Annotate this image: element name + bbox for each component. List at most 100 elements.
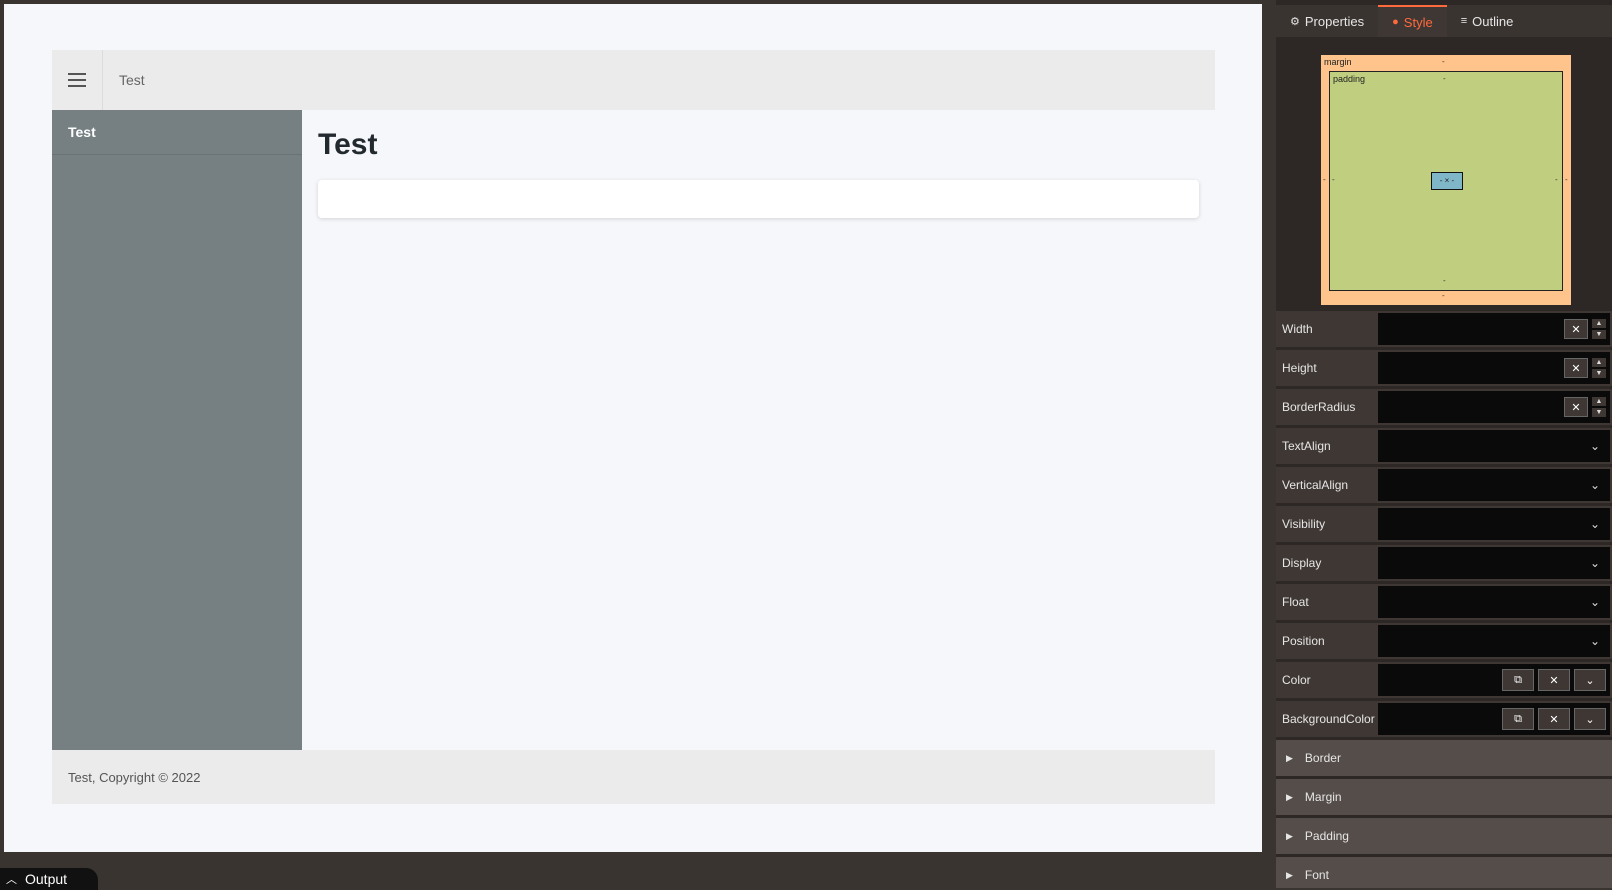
app-header: Test — [52, 50, 1215, 110]
chevron-down-icon[interactable]: ⌄ — [1574, 669, 1606, 691]
width-input[interactable]: ✕ ▲ ▼ — [1378, 313, 1610, 345]
section-font[interactable]: ▶ Font — [1276, 857, 1612, 888]
border-radius-input[interactable]: ✕ ▲ ▼ — [1378, 391, 1610, 423]
chevron-down-icon[interactable]: ⌄ — [1574, 708, 1606, 730]
box-model-padding[interactable]: padding - - - - - × - — [1329, 71, 1563, 291]
section-label: Border — [1304, 751, 1341, 765]
section-margin[interactable]: ▶ Margin — [1276, 779, 1612, 815]
text-align-select[interactable]: ⌄ — [1378, 430, 1610, 462]
prop-label: Color — [1282, 673, 1311, 687]
clear-icon[interactable]: ✕ — [1538, 708, 1570, 730]
prop-label: Width — [1282, 322, 1313, 336]
prop-row-color: Color ⧉ ✕ ⌄ — [1276, 662, 1612, 698]
position-select[interactable]: ⌄ — [1378, 625, 1610, 657]
chevron-down-icon: ⌄ — [1589, 595, 1600, 609]
tab-outline[interactable]: ≡ Outline — [1447, 5, 1528, 37]
preview-canvas[interactable]: Test Test Test Test, Copyright © 2022 — [4, 4, 1262, 852]
section-label: Padding — [1304, 829, 1349, 843]
prop-row-position: Position ⌄ — [1276, 623, 1612, 659]
stepper[interactable]: ▲ ▼ — [1592, 357, 1606, 379]
app-main: Test — [302, 110, 1215, 750]
chevron-down-icon: ⌄ — [1589, 634, 1600, 648]
padding-right-value[interactable]: - — [1555, 175, 1558, 184]
prop-label: BorderRadius — [1282, 400, 1356, 414]
prop-label: Visibility — [1282, 517, 1326, 531]
section-padding[interactable]: ▶ Padding — [1276, 818, 1612, 854]
display-select[interactable]: ⌄ — [1378, 547, 1610, 579]
stepper[interactable]: ▲ ▼ — [1592, 396, 1606, 418]
gear-icon: ⚙ — [1290, 15, 1300, 28]
margin-right-value[interactable]: - — [1565, 175, 1568, 184]
margin-left-value[interactable]: - — [1323, 175, 1326, 184]
chevron-down-icon[interactable]: ▼ — [1592, 330, 1606, 339]
page-title: Test — [318, 128, 378, 161]
box-model-content[interactable]: - × - — [1431, 172, 1463, 190]
section-border[interactable]: ▶ Border — [1276, 740, 1612, 776]
chevron-down-icon: ⌄ — [1589, 478, 1600, 492]
clear-icon[interactable]: ✕ — [1538, 669, 1570, 691]
padding-bottom-value[interactable]: - — [1443, 276, 1446, 285]
tab-label: Style — [1403, 14, 1433, 30]
external-link-icon[interactable]: ⧉ — [1502, 708, 1534, 730]
margin-label: margin — [1324, 57, 1352, 67]
app-footer: Test, Copyright © 2022 — [52, 750, 1215, 804]
chevron-down-icon[interactable]: ▼ — [1592, 408, 1606, 417]
prop-row-vertical-align: VerticalAlign ⌄ — [1276, 467, 1612, 503]
chevron-down-icon: ⌄ — [1589, 517, 1600, 531]
color-input[interactable]: ⧉ ✕ ⌄ — [1378, 664, 1610, 696]
background-color-input[interactable]: ⧉ ✕ ⌄ — [1378, 703, 1610, 735]
prop-label: Display — [1282, 556, 1322, 570]
stepper[interactable]: ▲ ▼ — [1592, 318, 1606, 340]
margin-top-value[interactable]: - — [1442, 57, 1445, 66]
caret-right-icon: ▶ — [1286, 791, 1293, 802]
chevron-down-icon: ⌄ — [1589, 439, 1600, 453]
chevron-up-icon[interactable]: ▲ — [1592, 358, 1606, 367]
list-icon: ≡ — [1460, 15, 1468, 27]
tab-properties[interactable]: ⚙ Properties — [1276, 5, 1378, 37]
sidebar-item-test[interactable]: Test — [52, 110, 302, 155]
prop-row-text-align: TextAlign ⌄ — [1276, 428, 1612, 464]
float-select[interactable]: ⌄ — [1378, 586, 1610, 618]
footer-text: Test, Copyright © 2022 — [68, 769, 201, 785]
prop-label: TextAlign — [1282, 439, 1331, 453]
app-shell[interactable]: Test Test Test Test, Copyright © 2022 — [52, 50, 1215, 804]
color-actions: ⧉ ✕ ⌄ — [1498, 708, 1606, 730]
style-panel: ⚙ Properties ● Style ≡ Outline margin - … — [1276, 0, 1612, 888]
chevron-up-icon[interactable]: ▲ — [1592, 397, 1606, 406]
content-card[interactable] — [318, 180, 1199, 218]
caret-right-icon: ▶ — [1286, 830, 1293, 841]
tab-label: Outline — [1472, 13, 1514, 29]
vertical-align-select[interactable]: ⌄ — [1378, 469, 1610, 501]
prop-label: Height — [1282, 361, 1317, 375]
app-sidebar: Test — [52, 110, 302, 750]
clear-icon[interactable]: ✕ — [1564, 397, 1588, 417]
chevron-up-icon[interactable]: ▲ — [1592, 319, 1606, 328]
padding-left-value[interactable]: - — [1332, 175, 1335, 184]
caret-right-icon: ▶ — [1286, 869, 1293, 880]
hamburger-icon — [68, 71, 86, 89]
height-input[interactable]: ✕ ▲ ▼ — [1378, 352, 1610, 384]
padding-top-value[interactable]: - — [1443, 74, 1446, 83]
palette-icon: ● — [1392, 16, 1399, 28]
prop-row-background-color: BackgroundColor ⧉ ✕ ⌄ — [1276, 701, 1612, 737]
output-toggle-button[interactable]: ︿ Output — [0, 868, 98, 890]
margin-bottom-value[interactable]: - — [1442, 291, 1445, 300]
chevron-down-icon: ⌄ — [1589, 556, 1600, 570]
visibility-select[interactable]: ⌄ — [1378, 508, 1610, 540]
prop-row-float: Float ⌄ — [1276, 584, 1612, 620]
menu-toggle-button[interactable] — [52, 50, 103, 110]
tab-label: Properties — [1304, 13, 1365, 29]
external-link-icon[interactable]: ⧉ — [1502, 669, 1534, 691]
prop-label: Float — [1282, 595, 1309, 609]
prop-label: VerticalAlign — [1282, 478, 1349, 492]
tab-style[interactable]: ● Style — [1378, 5, 1447, 37]
chevron-down-icon[interactable]: ▼ — [1592, 369, 1606, 378]
prop-label: Position — [1282, 634, 1325, 648]
header-title: Test — [119, 72, 145, 88]
box-model-margin[interactable]: margin - - - - padding - - - - - × - — [1321, 55, 1571, 305]
clear-icon[interactable]: ✕ — [1564, 319, 1588, 339]
prop-row-visibility: Visibility ⌄ — [1276, 506, 1612, 542]
prop-row-height: Height ✕ ▲ ▼ — [1276, 350, 1612, 386]
clear-icon[interactable]: ✕ — [1564, 358, 1588, 378]
section-label: Font — [1304, 868, 1329, 882]
